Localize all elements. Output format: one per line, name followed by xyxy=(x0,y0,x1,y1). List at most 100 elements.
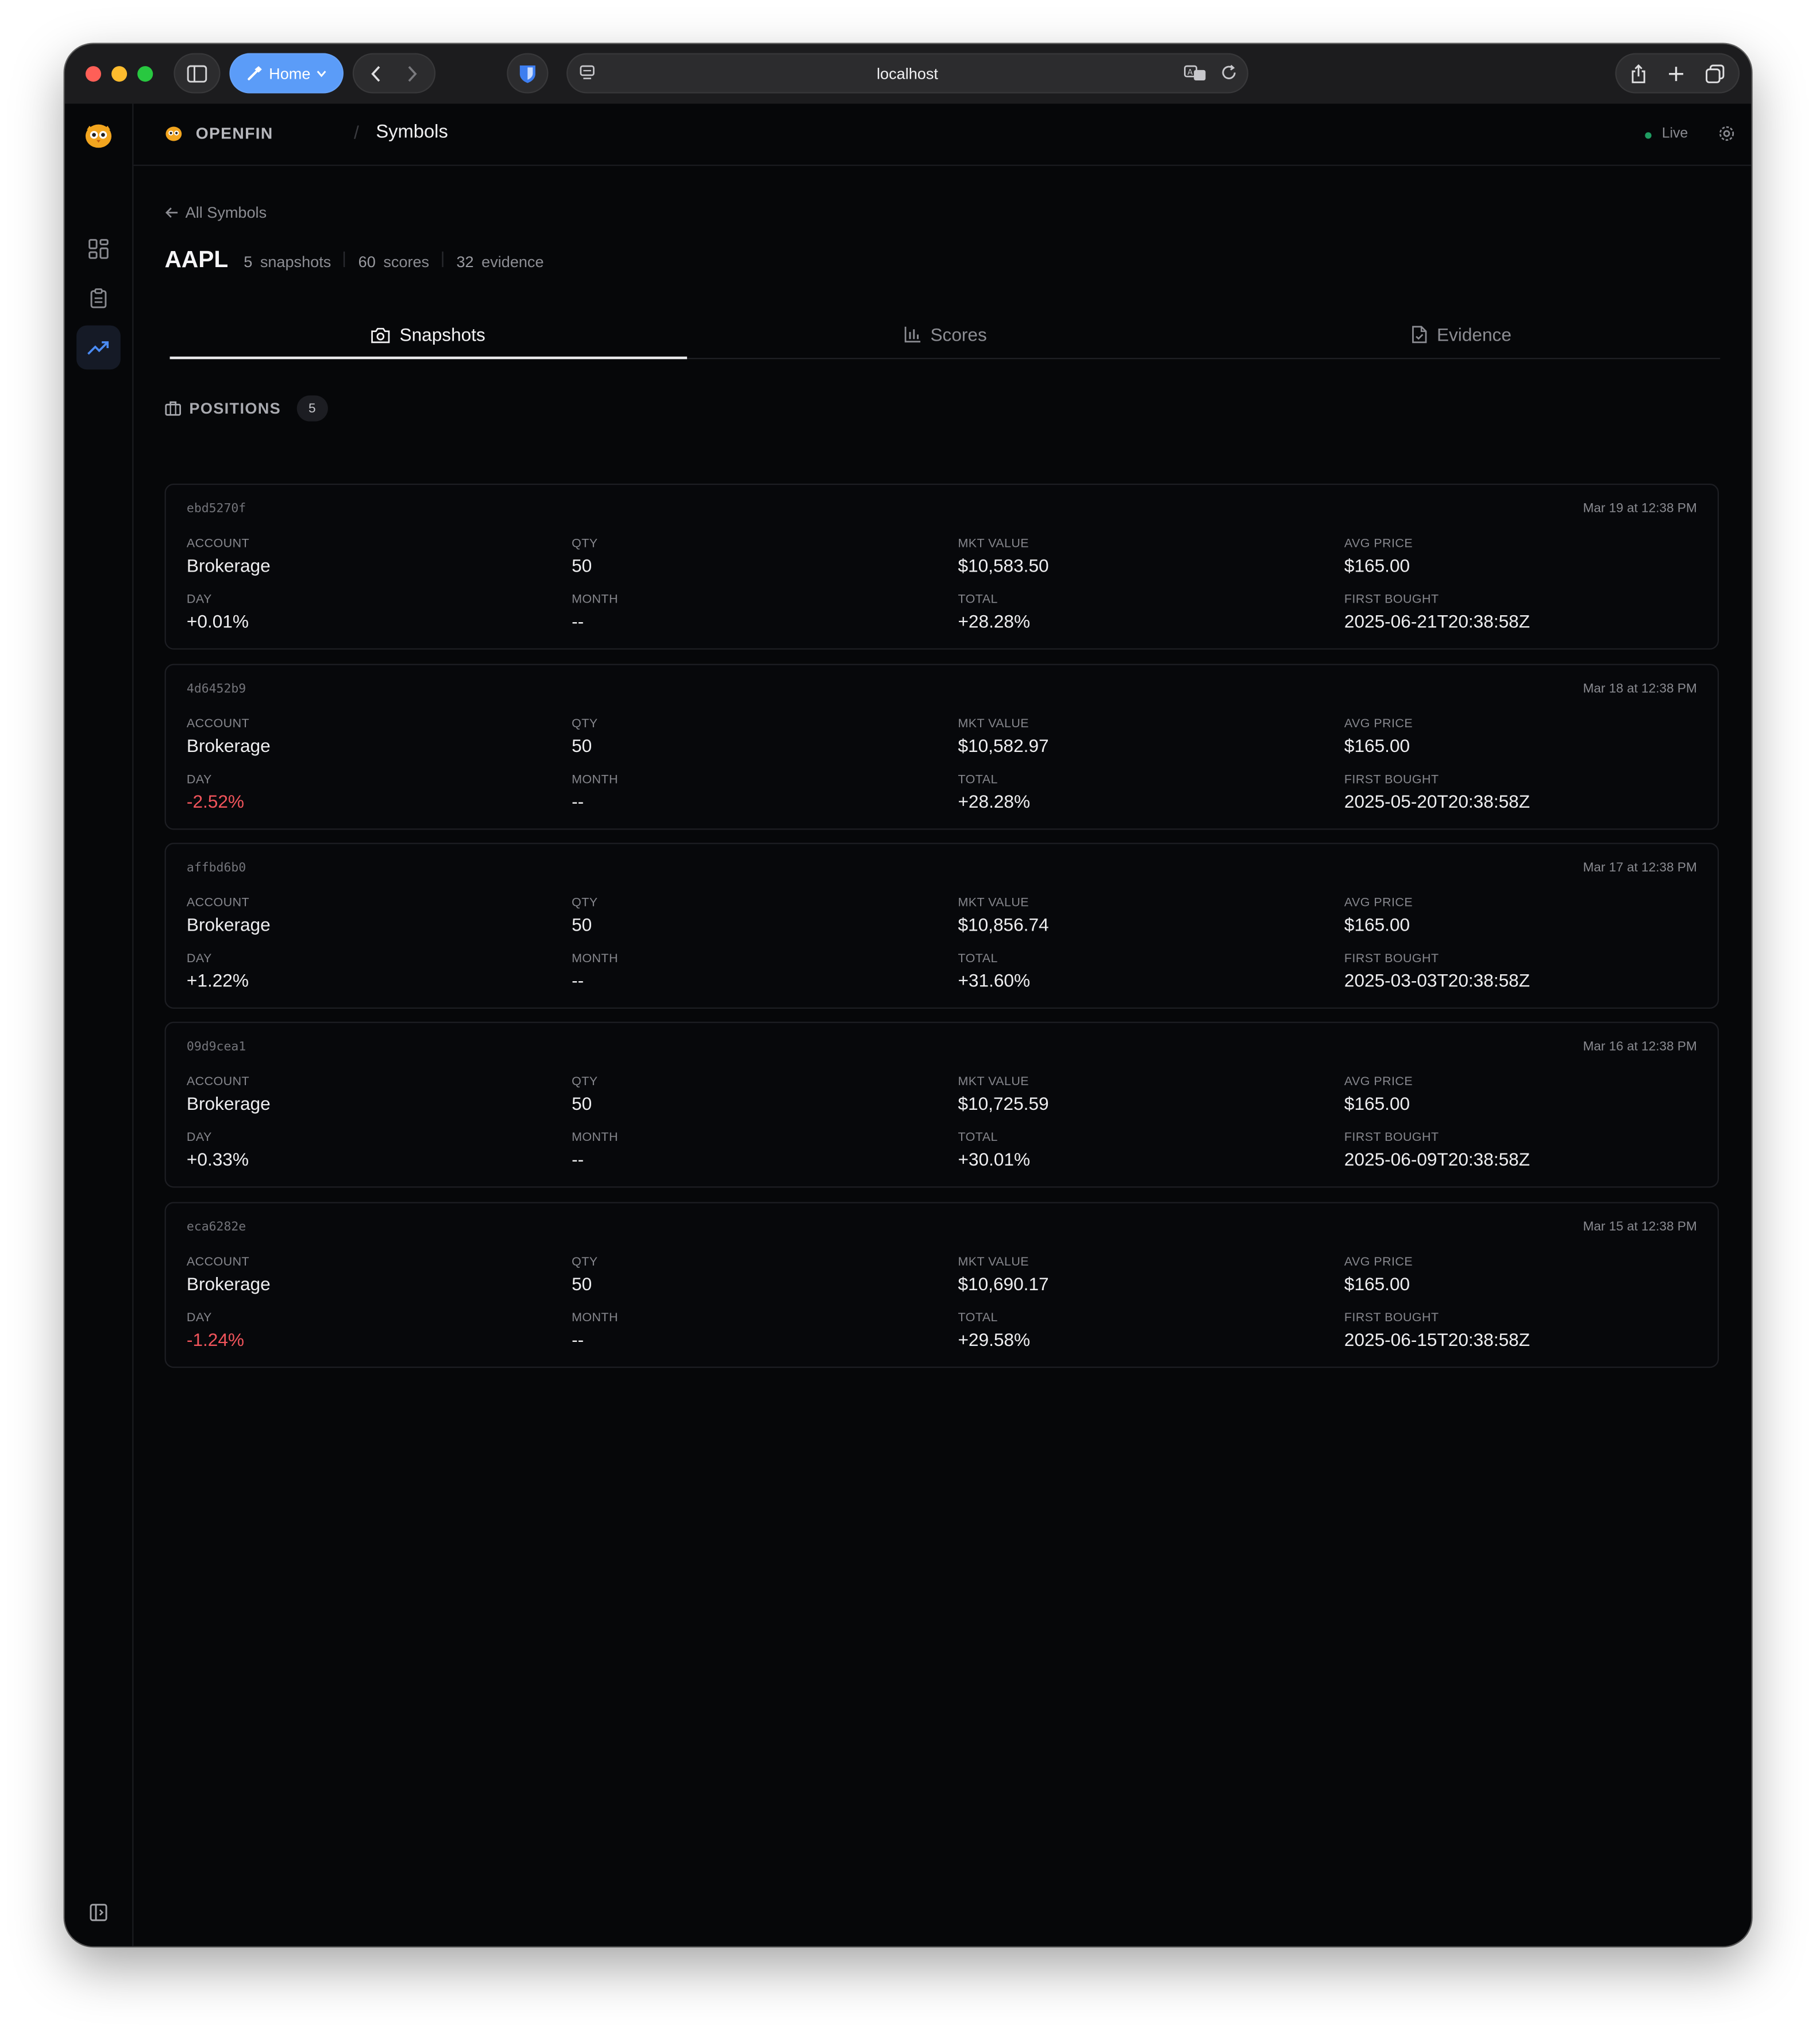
account-value: Brokerage xyxy=(186,1273,271,1294)
snapshot-timestamp: Mar 16 at 12:38 PM xyxy=(1583,1040,1697,1055)
avg-price-field: AVG PRICE $165.00 xyxy=(1344,1255,1413,1294)
breadcrumb-brand[interactable]: OPENFIN xyxy=(196,125,273,143)
symbol-header: AAPL 5 snapshots 60 scores 32 evidence xyxy=(165,246,544,273)
trending-up-icon xyxy=(87,341,109,355)
sidebar-item-reports[interactable] xyxy=(76,276,121,321)
minimize-window-button[interactable] xyxy=(111,66,128,82)
file-check-icon xyxy=(1412,326,1428,344)
tab-scores[interactable]: Scores xyxy=(687,311,1204,358)
day-change-value: -1.24% xyxy=(186,1329,245,1350)
snapshot-id: eca6282e xyxy=(186,1220,246,1234)
back-link-label: All Symbols xyxy=(185,203,267,222)
day-label: DAY xyxy=(186,592,212,607)
toggle-sidebar-button[interactable] xyxy=(173,53,221,94)
month-field: MONTH -- xyxy=(572,1131,618,1170)
qty-label: QTY xyxy=(572,896,598,911)
back-to-all-symbols-link[interactable]: All Symbols xyxy=(165,203,267,222)
total-label: TOTAL xyxy=(958,1310,998,1325)
zoom-window-button[interactable] xyxy=(137,66,153,82)
account-value: Brokerage xyxy=(186,555,271,576)
account-label: ACCOUNT xyxy=(186,537,250,551)
evidence-count-number: 32 xyxy=(456,253,474,271)
mkt-value-value: $10,582.97 xyxy=(958,735,1049,756)
avg-price-value: $165.00 xyxy=(1344,1273,1410,1294)
mkt-value-value: $10,856.74 xyxy=(958,914,1049,935)
avg-price-label: AVG PRICE xyxy=(1344,1075,1413,1089)
sidebar-item-dashboard[interactable] xyxy=(76,227,121,271)
snapshot-id: 4d6452b9 xyxy=(186,682,246,697)
address-bar[interactable]: localhost A xyxy=(566,53,1248,94)
snapshot-card[interactable]: 4d6452b9 Mar 18 at 12:38 PM ACCOUNT Broke… xyxy=(164,663,1719,830)
account-value: Brokerage xyxy=(186,735,271,756)
sidebar-item-symbols[interactable] xyxy=(76,325,121,370)
evidence-count-label: evidence xyxy=(481,253,544,271)
day-label: DAY xyxy=(186,951,212,966)
snapshot-id: affbd6b0 xyxy=(186,861,246,875)
profile-home-button[interactable]: Home xyxy=(229,53,344,94)
month-field: MONTH -- xyxy=(572,773,618,812)
symbol-tabs: Snapshots Scores Evidence xyxy=(169,311,1721,360)
share-icon[interactable] xyxy=(1630,63,1648,83)
snapshot-card[interactable]: ebd5270f Mar 19 at 12:38 PM ACCOUNT Broke… xyxy=(164,483,1719,650)
snapshot-card[interactable]: eca6282e Mar 15 at 12:38 PM ACCOUNT Broke… xyxy=(164,1202,1719,1368)
snapshot-card[interactable]: 09d9cea1 Mar 16 at 12:38 PM ACCOUNT Broke… xyxy=(164,1021,1719,1188)
collapse-sidebar-button[interactable] xyxy=(76,1891,121,1935)
total-change-value: +28.28% xyxy=(958,611,1031,632)
total-change-value: +30.01% xyxy=(958,1148,1031,1170)
tab-evidence[interactable]: Evidence xyxy=(1204,311,1721,358)
browser-toolbar: Home localhost A xyxy=(64,44,1752,104)
symbol-title: AAPL xyxy=(164,246,229,272)
tab-snapshots[interactable]: Snapshots xyxy=(169,311,687,360)
mkt-value-label: MKT VALUE xyxy=(958,717,1029,732)
total-label: TOTAL xyxy=(958,1131,998,1145)
account-label: ACCOUNT xyxy=(186,896,250,911)
avg-price-value: $165.00 xyxy=(1344,1093,1410,1114)
account-label: ACCOUNT xyxy=(186,717,250,732)
mkt-value-field: MKT VALUE $10,856.74 xyxy=(958,896,1048,935)
day-label: DAY xyxy=(186,773,212,788)
clipboard-icon xyxy=(90,288,107,308)
month-change-value: -- xyxy=(572,1329,584,1350)
account-field: ACCOUNT Brokerage xyxy=(187,717,271,756)
month-change-value: -- xyxy=(572,611,584,632)
app-logo[interactable] xyxy=(76,111,121,156)
total-field: TOTAL +28.28% xyxy=(958,773,1030,812)
qty-label: QTY xyxy=(572,717,598,732)
translate-icon[interactable]: A xyxy=(1183,64,1207,82)
first-bought-value: 2025-06-09T20:38:58Z xyxy=(1344,1148,1530,1170)
snapshot-card[interactable]: affbd6b0 Mar 17 at 12:38 PM ACCOUNT Broke… xyxy=(164,843,1719,1009)
snapshot-timestamp: Mar 18 at 12:38 PM xyxy=(1583,682,1697,697)
mkt-value-field: MKT VALUE $10,582.97 xyxy=(958,717,1048,756)
total-field: TOTAL +29.58% xyxy=(958,1311,1030,1350)
tab-overview-icon[interactable] xyxy=(1704,63,1725,83)
month-label: MONTH xyxy=(572,773,618,788)
qty-field: QTY 50 xyxy=(572,537,597,576)
gear-icon[interactable] xyxy=(1718,125,1736,143)
close-window-button[interactable] xyxy=(85,66,101,82)
evidence-count: 32 evidence xyxy=(456,253,543,271)
avg-price-label: AVG PRICE xyxy=(1344,896,1413,911)
avg-price-field: AVG PRICE $165.00 xyxy=(1344,1075,1413,1114)
first-bought-label: FIRST BOUGHT xyxy=(1344,773,1439,788)
back-arrow-icon[interactable] xyxy=(369,64,383,83)
day-field: DAY -2.52% xyxy=(187,773,244,812)
reload-icon[interactable] xyxy=(1220,64,1238,82)
site-settings-icon[interactable] xyxy=(578,64,596,82)
account-field: ACCOUNT Brokerage xyxy=(187,537,271,576)
month-field: MONTH -- xyxy=(572,1311,618,1350)
new-tab-icon[interactable] xyxy=(1667,64,1686,83)
tab-evidence-label: Evidence xyxy=(1436,324,1511,345)
mkt-value-label: MKT VALUE xyxy=(958,537,1029,551)
month-change-value: -- xyxy=(572,790,584,812)
total-field: TOTAL +28.28% xyxy=(958,592,1030,631)
account-field: ACCOUNT Brokerage xyxy=(187,1075,271,1114)
avg-price-label: AVG PRICE xyxy=(1344,717,1413,732)
mkt-value-field: MKT VALUE $10,690.17 xyxy=(958,1255,1048,1294)
forward-arrow-icon[interactable] xyxy=(406,64,419,83)
mkt-value-label: MKT VALUE xyxy=(958,1255,1029,1270)
snapshot-id: ebd5270f xyxy=(186,501,246,516)
positions-count-badge: 5 xyxy=(296,395,328,422)
sidebar-icon xyxy=(187,64,207,82)
mkt-value-value: $10,583.50 xyxy=(958,555,1049,576)
password-manager-button[interactable] xyxy=(507,53,549,94)
